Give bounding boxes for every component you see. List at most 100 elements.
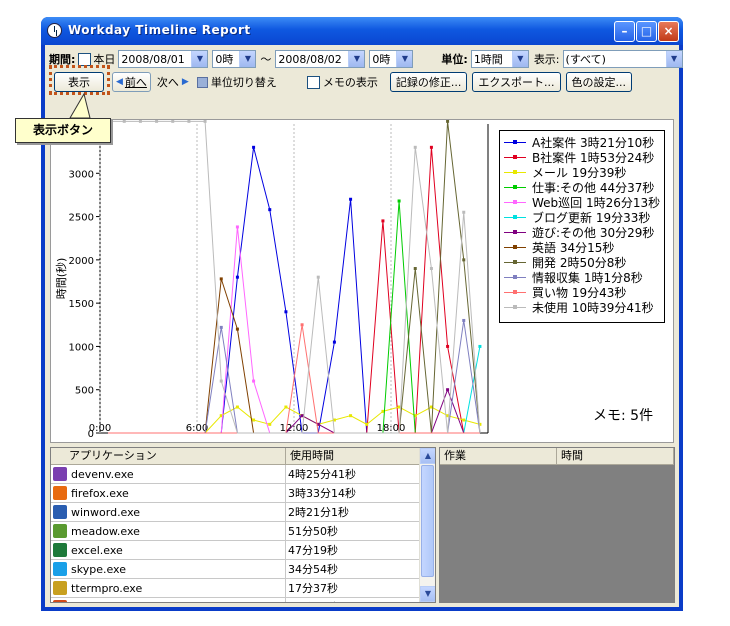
app-icon <box>53 581 67 595</box>
data-point <box>155 120 159 123</box>
app-name: devenv.exe <box>71 467 134 481</box>
close-button[interactable]: × <box>658 21 679 42</box>
series-line <box>108 147 480 434</box>
usage-time: 17分37秒 <box>288 582 338 595</box>
data-point <box>413 145 417 149</box>
end-date-value: 2008/08/02 <box>278 52 342 66</box>
end-date-picker[interactable]: 2008/08/02 ▼ <box>275 50 366 68</box>
app-table-body: devenv.exe 4時25分41秒 firefox.exe 3時33分14秒 win… <box>51 464 435 603</box>
legend-item: Web巡回 1時26分13秒 <box>500 195 664 210</box>
scroll-thumb[interactable] <box>421 465 434 577</box>
export-button[interactable]: エクスポート... <box>472 72 561 92</box>
color-settings-button[interactable]: 色の設定... <box>565 72 633 92</box>
start-hour-select[interactable]: 0時 ▼ <box>212 50 257 68</box>
edit-record-button[interactable]: 記録の修正... <box>389 72 468 92</box>
task-time-column-header[interactable]: 時間 <box>557 448 674 464</box>
legend-item: 英語 34分15秒 <box>500 240 664 255</box>
today-checkbox[interactable] <box>78 52 92 66</box>
table-row[interactable]: skype.exe 34分54秒 <box>51 559 435 579</box>
data-point <box>478 344 482 348</box>
show-button-callout: 表示ボタン <box>15 118 111 143</box>
table-row[interactable]: meadow.exe 51分50秒 <box>51 521 435 541</box>
app-table-scrollbar[interactable]: ▲ ▼ <box>419 448 435 602</box>
data-point <box>268 208 272 212</box>
legend-item: メール 19分39秒 <box>500 165 664 180</box>
app-table-header: アプリケーション 使用時間 <box>51 448 435 465</box>
data-point <box>429 267 433 271</box>
table-row[interactable]: excel.exe 47分19秒 <box>51 540 435 560</box>
scroll-up-icon[interactable]: ▲ <box>420 448 435 464</box>
app-column-header[interactable]: アプリケーション <box>51 448 286 464</box>
y-tick-label: 2000 <box>69 256 94 267</box>
x-tick-label: 0:00 <box>89 423 111 434</box>
legend-swatch <box>504 185 526 189</box>
legend-item: A社案件 3時21分10秒 <box>500 135 664 150</box>
app-cell: meadow.exe <box>51 521 286 541</box>
unit-switch-button[interactable]: 単位切り替え <box>196 74 277 90</box>
data-point <box>252 145 256 149</box>
table-row[interactable]: powerpnt.exe 10分21秒 <box>51 597 435 603</box>
legend-item: 買い物 19分43秒 <box>500 285 664 300</box>
data-point <box>446 344 450 348</box>
legend-item: 情報収集 1時1分8秒 <box>500 270 664 285</box>
prev-button[interactable]: ◀ 前へ <box>112 72 151 92</box>
app-name: excel.exe <box>71 543 123 557</box>
legend-swatch <box>504 215 526 219</box>
calendar-icon <box>196 76 208 88</box>
maximize-button[interactable]: □ <box>636 21 657 42</box>
app-icon <box>53 524 67 538</box>
task-column-header[interactable]: 作業 <box>440 448 557 464</box>
legend-item: ブログ更新 19分33秒 <box>500 210 664 225</box>
data-point <box>429 145 433 149</box>
client-area: 期間: 本日 2008/08/01 ▼ 0時 ▼ 〜 2008/08/02 ▼ 0時 ▼… <box>45 45 683 607</box>
data-point <box>268 422 272 426</box>
table-row[interactable]: ttermpro.exe 17分37秒 <box>51 578 435 598</box>
data-point <box>122 120 126 123</box>
table-row[interactable]: devenv.exe 4時25分41秒 <box>51 464 435 484</box>
arrow-right-icon[interactable]: ▶ <box>182 77 189 87</box>
app-cell: winword.exe <box>51 502 286 522</box>
data-point <box>235 225 239 229</box>
app-name: ttermpro.exe <box>71 581 143 595</box>
display-select[interactable]: (すべて) ▼ <box>562 50 683 68</box>
end-hour-select[interactable]: 0時 ▼ <box>369 50 414 68</box>
legend-swatch <box>504 245 526 249</box>
y-tick-label: 1000 <box>69 342 94 353</box>
usage-time: 34分54秒 <box>288 563 338 576</box>
main-window: Workday Timeline Report – □ × 期間: 本日 200… <box>41 17 683 611</box>
table-row[interactable]: firefox.exe 3時33分14秒 <box>51 483 435 503</box>
data-point <box>203 120 207 123</box>
data-point <box>349 197 353 201</box>
app-cell: excel.exe <box>51 540 286 560</box>
action-row: 表示 ◀ 前へ 次へ ▶ 単位切り替え メモの表示 記録の修正... エクスポー… <box>54 71 633 93</box>
legend-item: B社案件 1時53分24秒 <box>500 150 664 165</box>
time-column-header[interactable]: 使用時間 <box>286 448 421 464</box>
unit-select[interactable]: 1時間 ▼ <box>470 50 529 68</box>
app-icon <box>53 505 67 519</box>
scroll-down-icon[interactable]: ▼ <box>420 586 435 602</box>
app-name: powerpnt.exe <box>71 601 146 603</box>
memo-show-checkbox[interactable] <box>306 75 320 89</box>
data-point <box>138 120 142 123</box>
chevron-down-icon: ▼ <box>239 51 256 67</box>
minimize-button[interactable]: – <box>614 21 635 42</box>
chevron-down-icon: ▼ <box>348 51 365 67</box>
legend-label: 未使用 10時39分41秒 <box>532 301 654 315</box>
chevron-down-icon: ▼ <box>191 51 208 67</box>
timeline-chart: 05001000150020002500300035000:006:0012:0… <box>50 119 674 443</box>
data-point <box>462 418 466 422</box>
app-icon <box>53 562 67 576</box>
next-label[interactable]: 次へ <box>157 74 179 90</box>
memo-count: メモ: 5件 <box>593 408 654 424</box>
app-icon <box>53 486 67 500</box>
usage-time: 4時25分41秒 <box>288 468 356 481</box>
data-point <box>235 275 239 279</box>
legend-swatch <box>504 200 526 204</box>
chevron-down-icon: ▼ <box>665 51 682 67</box>
y-tick-label: 1500 <box>69 299 94 310</box>
data-point <box>332 340 336 344</box>
table-row[interactable]: winword.exe 2時21分1秒 <box>51 502 435 522</box>
title-bar[interactable]: Workday Timeline Report – □ × <box>41 17 683 45</box>
start-date-picker[interactable]: 2008/08/01 ▼ <box>118 50 209 68</box>
data-point <box>446 120 450 123</box>
